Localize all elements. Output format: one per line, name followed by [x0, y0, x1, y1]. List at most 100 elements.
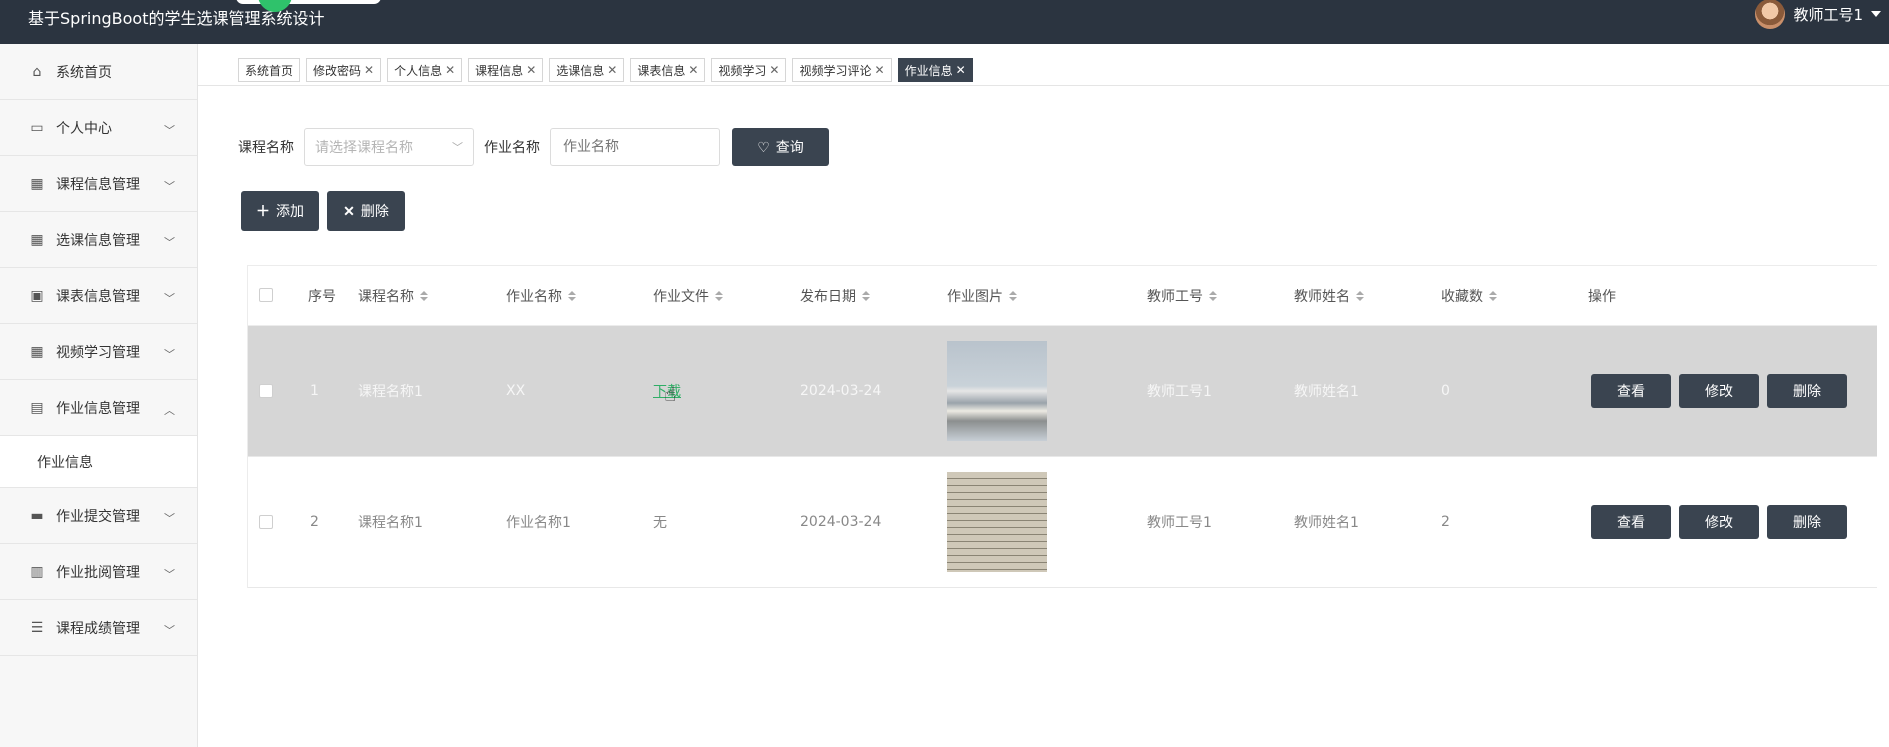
delete-button[interactable]: ✕ 删除 — [327, 191, 405, 231]
sort-icon[interactable] — [1009, 290, 1017, 301]
tab-homework-info[interactable]: 作业信息 ✕ — [897, 58, 973, 82]
column-header-date[interactable]: 发布日期 — [800, 286, 870, 306]
sort-icon[interactable] — [1356, 290, 1364, 301]
select-all-checkbox[interactable] — [259, 288, 273, 302]
sort-icon[interactable] — [1209, 290, 1217, 301]
sidebar-item-grades[interactable]: ☰ 课程成绩管理 ﹀ — [0, 600, 197, 656]
sort-icon[interactable] — [420, 290, 428, 301]
course-name-label: 课程名称 — [238, 140, 294, 156]
tab-selection-info[interactable]: 选课信息 ✕ — [549, 58, 625, 82]
tab-course-info[interactable]: 课程信息 ✕ — [468, 58, 544, 82]
sort-icon[interactable] — [568, 290, 576, 301]
tab-label: 视频学习 — [718, 63, 767, 78]
delete-row-button[interactable]: 删除 — [1767, 374, 1847, 408]
top-bar: 基于SpringBoot的学生选课管理系统设计 教师工号1 — [0, 0, 1889, 44]
cell-file: 无 — [653, 515, 667, 531]
sidebar-item-homework[interactable]: ▤ 作业信息管理 ︿ — [0, 380, 197, 436]
sidebar-item-label: 课表信息管理 — [56, 288, 140, 305]
overlay-badge — [236, 0, 381, 4]
sort-icon[interactable] — [862, 290, 870, 301]
tab-video-comment[interactable]: 视频学习评论 ✕ — [792, 58, 892, 82]
tab-timetable-info[interactable]: 课表信息 ✕ — [630, 58, 706, 82]
sidebar-item-course-info[interactable]: ▦ 课程信息管理 ﹀ — [0, 156, 197, 212]
tab-home[interactable]: 系统首页 — [238, 58, 301, 82]
column-header-course[interactable]: 课程名称 — [358, 286, 428, 306]
search-form: 课程名称 请选择课程名称 ﹀ 作业名称 ♡ 查询 — [238, 128, 829, 166]
sidebar-item-selection-info[interactable]: ▦ 选课信息管理 ﹀ — [0, 212, 197, 268]
chevron-down-icon: ﹀ — [452, 141, 463, 154]
tab-change-password[interactable]: 修改密码 ✕ — [306, 58, 382, 82]
column-header-homework[interactable]: 作业名称 — [506, 286, 576, 306]
row-checkbox[interactable] — [259, 384, 273, 398]
chevron-down-icon: ﹀ — [164, 292, 175, 305]
close-icon[interactable]: ✕ — [769, 63, 779, 77]
close-icon[interactable]: ✕ — [875, 63, 885, 77]
cell-homework: 作业名称1 — [506, 515, 571, 531]
sidebar-item-personal-center[interactable]: ▭ 个人中心 ﹀ — [0, 100, 197, 156]
sidebar-item-video[interactable]: ▦ 视频学习管理 ﹀ — [0, 324, 197, 380]
close-icon[interactable]: ✕ — [526, 63, 536, 77]
edit-button[interactable]: 修改 — [1679, 505, 1759, 539]
close-icon: ✕ — [343, 202, 355, 219]
sidebar-item-label: 个人中心 — [56, 120, 112, 137]
list-icon: ☰ — [30, 619, 44, 636]
user-menu[interactable]: 教师工号1 — [1755, 0, 1881, 29]
cell-date: 2024-03-24 — [800, 514, 882, 530]
tab-personal-info[interactable]: 个人信息 ✕ — [387, 58, 463, 82]
monitor-icon: ▬ — [30, 507, 44, 524]
column-header-teacher-id[interactable]: 教师工号 — [1147, 286, 1217, 306]
row-checkbox[interactable] — [259, 515, 273, 529]
cell-teacher-name: 教师姓名1 — [1294, 384, 1359, 400]
cell-favorites: 0 — [1441, 383, 1450, 399]
close-icon[interactable]: ✕ — [445, 63, 455, 77]
action-bar: ＋ 添加 ✕ 删除 — [241, 191, 405, 231]
hand-pointer-icon: ☝ — [664, 382, 677, 406]
sidebar-item-label: 作业信息管理 — [56, 400, 140, 417]
cell-index: 1 — [310, 383, 319, 399]
sort-icon[interactable] — [1489, 290, 1497, 301]
sidebar-item-label: 作业提交管理 — [56, 508, 140, 525]
clipboard-icon: ▤ — [30, 399, 44, 416]
card-icon: ▭ — [30, 119, 44, 136]
close-icon[interactable]: ✕ — [364, 63, 374, 77]
sidebar-subitem-homework-info[interactable]: 作业信息 — [0, 436, 197, 488]
delete-row-button[interactable]: 删除 — [1767, 505, 1847, 539]
sort-icon[interactable] — [715, 290, 723, 301]
chevron-down-icon: ﹀ — [164, 124, 175, 137]
delete-button-label: 删除 — [360, 203, 389, 219]
close-icon[interactable]: ✕ — [607, 63, 617, 77]
column-header-image[interactable]: 作业图片 — [947, 286, 1017, 306]
book-icon: ▥ — [30, 563, 44, 580]
view-button[interactable]: 查看 — [1591, 505, 1671, 539]
column-header-favorites[interactable]: 收藏数 — [1441, 286, 1497, 306]
homework-name-label: 作业名称 — [484, 140, 540, 156]
sidebar-item-label: 选课信息管理 — [56, 232, 140, 249]
homework-image[interactable] — [947, 341, 1047, 441]
cell-course: 课程名称1 — [358, 515, 423, 531]
sidebar-item-home[interactable]: ⌂ 系统首页 — [0, 44, 197, 100]
homework-name-input[interactable] — [550, 128, 720, 166]
tab-divider — [198, 85, 1889, 86]
add-button[interactable]: ＋ 添加 — [241, 191, 319, 231]
sidebar-item-review[interactable]: ▥ 作业批阅管理 ﹀ — [0, 544, 197, 600]
column-header-file[interactable]: 作业文件 — [653, 286, 723, 306]
table-row[interactable]: 1 课程名称1 XX 下载 ☝ 2024-03-24 教师工号1 教师姓名1 0… — [248, 326, 1877, 457]
query-button[interactable]: ♡ 查询 — [732, 128, 829, 166]
cell-teacher-name: 教师姓名1 — [1294, 515, 1359, 531]
homework-image[interactable] — [947, 472, 1047, 572]
cell-index: 2 — [310, 514, 319, 530]
query-button-label: 查询 — [775, 139, 804, 155]
tab-bar: 系统首页 修改密码 ✕ 个人信息 ✕ 课程信息 ✕ 选课信息 ✕ 课表信息 ✕ 视频学习 ✕… — [238, 58, 973, 82]
table-row[interactable]: 2 课程名称1 作业名称1 无 2024-03-24 教师工号1 教师姓名1 2… — [248, 457, 1877, 588]
sidebar: ⌂ 系统首页 ▭ 个人中心 ﹀ ▦ 课程信息管理 ﹀ ▦ 选课信息管理 ﹀ ▣ … — [0, 44, 198, 747]
view-button[interactable]: 查看 — [1591, 374, 1671, 408]
sidebar-item-timetable[interactable]: ▣ 课表信息管理 ﹀ — [0, 268, 197, 324]
sidebar-item-submission[interactable]: ▬ 作业提交管理 ﹀ — [0, 488, 197, 544]
column-header-teacher-name[interactable]: 教师姓名 — [1294, 286, 1364, 306]
course-name-select[interactable]: 请选择课程名称 ﹀ — [304, 128, 474, 166]
close-icon[interactable]: ✕ — [688, 63, 698, 77]
close-icon[interactable]: ✕ — [956, 63, 966, 77]
column-header-index: 序号 — [308, 288, 336, 305]
tab-video[interactable]: 视频学习 ✕ — [711, 58, 787, 82]
edit-button[interactable]: 修改 — [1679, 374, 1759, 408]
